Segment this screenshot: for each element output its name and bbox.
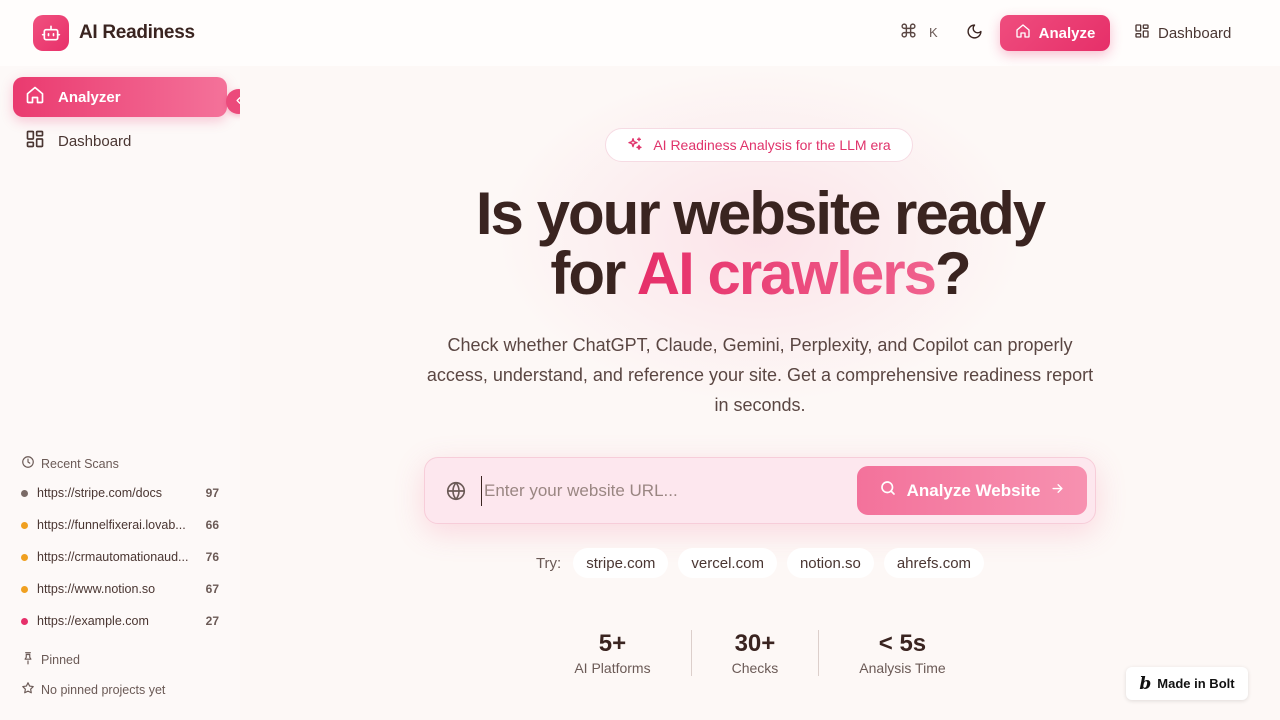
- status-dot: [21, 489, 28, 497]
- try-chip[interactable]: vercel.com: [678, 548, 777, 578]
- try-chip[interactable]: ahrefs.com: [883, 548, 985, 578]
- hero-pill: AI Readiness Analysis for the LLM era: [605, 128, 913, 162]
- robot-logo-icon: [33, 15, 69, 51]
- bolt-badge-label: Made in Bolt: [1157, 676, 1235, 691]
- scan-score: 27: [205, 614, 219, 628]
- try-chip[interactable]: notion.so: [786, 548, 874, 578]
- scan-url: https://crmautomationaud...: [37, 550, 189, 564]
- home-icon: [1015, 23, 1031, 43]
- nav-dashboard-label: Dashboard: [1158, 24, 1232, 42]
- stat-checks: 30+ Checks: [690, 630, 819, 676]
- top-header: AI Readiness K Analyze Dashboard: [0, 0, 1280, 66]
- globe-icon: [445, 480, 467, 507]
- headline-line-2-pre: for: [550, 240, 637, 307]
- nav-dashboard-button[interactable]: Dashboard: [1124, 15, 1241, 51]
- clock-icon: [21, 455, 35, 472]
- home-icon: [25, 85, 45, 109]
- url-input[interactable]: [481, 476, 841, 506]
- sidebar-item-label: Dashboard: [58, 132, 132, 150]
- command-palette-shortcut[interactable]: K: [900, 22, 938, 42]
- sidebar-item-dashboard[interactable]: Dashboard: [13, 121, 227, 161]
- pinned-label: Pinned: [41, 652, 80, 667]
- try-label: Try:: [535, 554, 562, 572]
- bolt-logo-icon: b: [1139, 673, 1152, 694]
- scan-url: https://stripe.com/docs: [37, 486, 163, 500]
- star-icon: [21, 681, 35, 698]
- pinned-title: Pinned: [21, 651, 80, 668]
- nav-analyze-button[interactable]: Analyze: [1000, 15, 1110, 51]
- recent-scan-item[interactable]: https://example.com 27: [21, 611, 219, 631]
- recent-scans-label: Recent Scans: [41, 456, 119, 471]
- brand[interactable]: AI Readiness: [33, 15, 195, 51]
- made-in-bolt-badge[interactable]: b Made in Bolt: [1126, 667, 1248, 700]
- recent-scan-item[interactable]: https://stripe.com/docs 97: [21, 483, 219, 503]
- headline-line-2: for AI crawlers?: [240, 244, 1280, 304]
- pinned-empty-state: No pinned projects yet: [21, 681, 165, 698]
- analyze-website-button[interactable]: Analyze Website: [857, 466, 1087, 515]
- try-examples: Try: stripe.com vercel.com notion.so ahr…: [240, 548, 1280, 578]
- main-content: AI Readiness Analysis for the LLM era Is…: [240, 66, 1280, 720]
- sidebar: Analyzer Dashboard Recent Scans https://…: [0, 66, 240, 720]
- arrow-right-icon: [1050, 481, 1065, 501]
- status-dot: [21, 521, 28, 529]
- recent-scan-item[interactable]: https://funnelfixerai.lovab... 66: [21, 515, 219, 535]
- hero-pill-label: AI Readiness Analysis for the LLM era: [653, 137, 891, 153]
- brand-name: AI Readiness: [79, 22, 195, 43]
- headline-line-1: Is your website ready: [475, 180, 1046, 247]
- stat-label: Checks: [731, 660, 779, 676]
- sidebar-item-analyzer[interactable]: Analyzer: [13, 77, 227, 117]
- page-title: Is your website ready for AI crawlers?: [240, 184, 1280, 304]
- scan-score: 97: [205, 486, 219, 500]
- status-dot: [21, 617, 28, 625]
- scan-url: https://www.notion.so: [37, 582, 156, 596]
- grid-icon: [25, 129, 45, 153]
- pinned-empty-text: No pinned projects yet: [41, 682, 166, 697]
- headline-line-2-post: ?: [934, 240, 972, 307]
- nav-analyze-label: Analyze: [1038, 24, 1096, 42]
- stat-analysis-time: < 5s Analysis Time: [818, 630, 985, 676]
- url-search-box: Analyze Website: [424, 457, 1096, 524]
- try-chip[interactable]: stripe.com: [573, 548, 669, 578]
- recent-scans-title: Recent Scans: [21, 455, 119, 472]
- grid-icon: [1134, 23, 1150, 43]
- moon-icon: [966, 23, 983, 45]
- search-icon: [879, 479, 897, 502]
- status-dot: [21, 553, 28, 561]
- shortcut-key: K: [929, 24, 938, 40]
- command-icon: [900, 22, 917, 42]
- stats-row: 5+ AI Platforms 30+ Checks < 5s Analysis…: [240, 630, 1280, 676]
- headline-accent: AI crawlers: [636, 240, 937, 307]
- scan-score: 66: [205, 518, 219, 532]
- recent-scan-item[interactable]: https://crmautomationaud... 76: [21, 547, 219, 567]
- scan-url: https://funnelfixerai.lovab...: [37, 518, 186, 532]
- stat-label: Analysis Time: [859, 660, 946, 676]
- stat-value: 30+: [734, 630, 776, 657]
- analyze-website-label: Analyze Website: [906, 480, 1041, 500]
- recent-scan-item[interactable]: https://www.notion.so 67: [21, 579, 219, 599]
- sparkles-icon: [627, 136, 643, 155]
- scan-url: https://example.com: [37, 614, 149, 628]
- pin-icon: [21, 651, 35, 668]
- stat-label: AI Platforms: [574, 660, 651, 676]
- status-dot: [21, 585, 28, 593]
- hero-subtext: Check whether ChatGPT, Claude, Gemini, P…: [426, 335, 1094, 415]
- stat-value: 5+: [598, 630, 627, 657]
- scan-score: 76: [205, 550, 219, 564]
- stat-ai-platforms: 5+ AI Platforms: [534, 630, 690, 676]
- stat-value: < 5s: [878, 630, 927, 657]
- scan-score: 67: [205, 582, 219, 596]
- sidebar-item-label: Analyzer: [58, 88, 121, 106]
- theme-toggle-button[interactable]: [962, 22, 986, 46]
